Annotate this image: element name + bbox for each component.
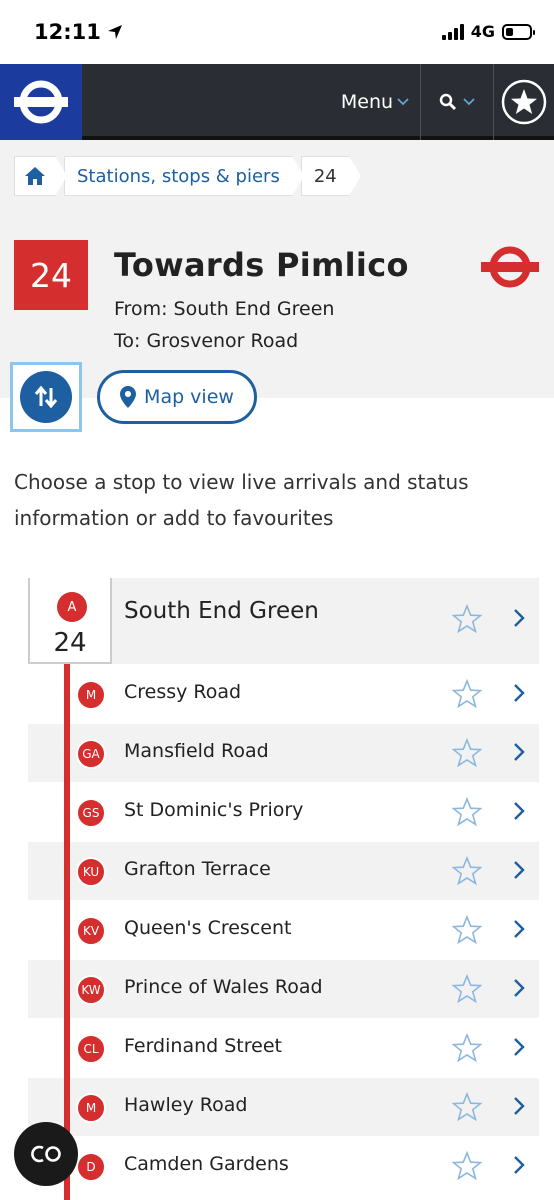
- star-outline-icon[interactable]: [452, 604, 482, 634]
- star-outline-icon[interactable]: [452, 1092, 482, 1122]
- first-stop-badge: A 24: [28, 578, 112, 664]
- cookie-settings-button[interactable]: [14, 1122, 78, 1186]
- favourites-button[interactable]: [494, 64, 554, 140]
- stop-letter: M: [76, 680, 106, 710]
- stop-name: South End Green: [124, 598, 319, 624]
- chevron-right-icon[interactable]: [512, 608, 526, 628]
- stop-letter: GA: [76, 739, 106, 769]
- stop-name: Grafton Terrace: [124, 858, 271, 880]
- swap-direction-button[interactable]: [10, 362, 82, 432]
- star-outline-icon[interactable]: [452, 679, 482, 709]
- stop-letter: KU: [76, 857, 106, 887]
- stop-row[interactable]: D Camden Gardens: [28, 1136, 539, 1195]
- chevron-right-icon[interactable]: [512, 1096, 526, 1116]
- chevron-right-icon[interactable]: [512, 1155, 526, 1175]
- stop-letter: KW: [76, 975, 106, 1005]
- breadcrumb-stations[interactable]: Stations, stops & piers: [64, 156, 304, 196]
- cookie-icon: [31, 1145, 61, 1163]
- stop-letter: KV: [76, 916, 106, 946]
- network-label: 4G: [470, 22, 495, 41]
- breadcrumb: Stations, stops & piers 24: [14, 156, 361, 196]
- route-number-badge: 24: [14, 240, 88, 310]
- chevron-right-icon[interactable]: [512, 742, 526, 762]
- stop-row[interactable]: KV Queen's Crescent: [28, 900, 539, 959]
- chevron-down-icon: [397, 98, 409, 106]
- star-outline-icon[interactable]: [452, 856, 482, 886]
- stop-row[interactable]: KU Grafton Terrace: [28, 841, 539, 900]
- chevron-right-icon[interactable]: [512, 683, 526, 703]
- stop-letter: D: [76, 1152, 106, 1182]
- instructions-text: Choose a stop to view live arrivals and …: [14, 470, 469, 530]
- chevron-right-icon[interactable]: [512, 978, 526, 998]
- signal-icon: [441, 23, 464, 40]
- stop-name: Mansfield Road: [124, 740, 269, 762]
- map-view-button[interactable]: Map view: [97, 370, 257, 424]
- bus-roundel-icon: [480, 244, 540, 294]
- battery-icon: [502, 23, 535, 40]
- swap-arrows-icon: [34, 385, 58, 409]
- roundel-logo-icon: [14, 80, 68, 124]
- map-pin-icon: [120, 386, 137, 408]
- stop-name: St Dominic's Priory: [124, 799, 304, 821]
- chevron-right-icon[interactable]: [512, 801, 526, 821]
- stop-name: Camden Gardens: [124, 1153, 289, 1175]
- stop-row[interactable]: GA Mansfield Road: [28, 723, 539, 782]
- stop-name: Prince of Wales Road: [124, 976, 323, 998]
- stop-row[interactable]: M Hawley Road: [28, 1077, 539, 1136]
- star-outline-icon[interactable]: [452, 1033, 482, 1063]
- star-outline-icon[interactable]: [452, 738, 482, 768]
- route-line: [64, 664, 70, 1200]
- stop-rows: M Cressy Road GA Mansfield Road GS St Dominic…: [28, 664, 539, 1195]
- chevron-right-icon[interactable]: [512, 919, 526, 939]
- star-outline-icon[interactable]: [452, 915, 482, 945]
- breadcrumb-current: 24: [300, 156, 361, 196]
- location-arrow-icon: [107, 25, 122, 39]
- stop-name: Ferdinand Street: [124, 1035, 282, 1057]
- stop-name: Cressy Road: [124, 681, 242, 703]
- stop-name: Hawley Road: [124, 1094, 248, 1116]
- site-header: Menu: [0, 64, 554, 140]
- stop-name: Queen's Crescent: [124, 917, 292, 939]
- stop-letter: M: [76, 1093, 106, 1123]
- star-circle-icon: [501, 79, 547, 125]
- page-title: Towards Pimlico: [114, 246, 409, 284]
- route-to: To: Grosvenor Road: [114, 330, 299, 352]
- chevron-right-icon[interactable]: [512, 1037, 526, 1057]
- stop-row[interactable]: CL Ferdinand Street: [28, 1018, 539, 1077]
- stop-row[interactable]: GS St Dominic's Priory: [28, 782, 539, 841]
- search-icon: [439, 93, 457, 111]
- home-icon: [25, 167, 45, 185]
- status-time: 12:11: [34, 20, 123, 44]
- star-outline-icon[interactable]: [452, 974, 482, 1004]
- tfl-logo[interactable]: [0, 64, 82, 140]
- menu-button[interactable]: Menu: [330, 64, 420, 140]
- route-from: From: South End Green: [114, 298, 335, 320]
- stop-row[interactable]: KW Prince of Wales Road: [28, 959, 539, 1018]
- search-button[interactable]: [421, 64, 493, 140]
- stop-row-first[interactable]: A 24 South End Green: [28, 578, 539, 664]
- chevron-down-icon: [463, 98, 475, 106]
- route-number: 24: [53, 628, 87, 658]
- stop-letter: A: [57, 592, 87, 622]
- stop-letter: CL: [76, 1034, 106, 1064]
- status-bar: 12:11 4G: [0, 0, 554, 64]
- stop-list: A 24 South End Green M Cressy Road GA Mansf…: [28, 578, 539, 1195]
- stop-row[interactable]: M Cressy Road: [28, 664, 539, 723]
- menu-label: Menu: [340, 91, 394, 113]
- star-outline-icon[interactable]: [452, 1151, 482, 1181]
- stop-letter: GS: [76, 798, 106, 828]
- breadcrumb-home[interactable]: [14, 156, 67, 196]
- star-outline-icon[interactable]: [452, 797, 482, 827]
- status-indicators: 4G: [441, 22, 535, 41]
- chevron-right-icon[interactable]: [512, 860, 526, 880]
